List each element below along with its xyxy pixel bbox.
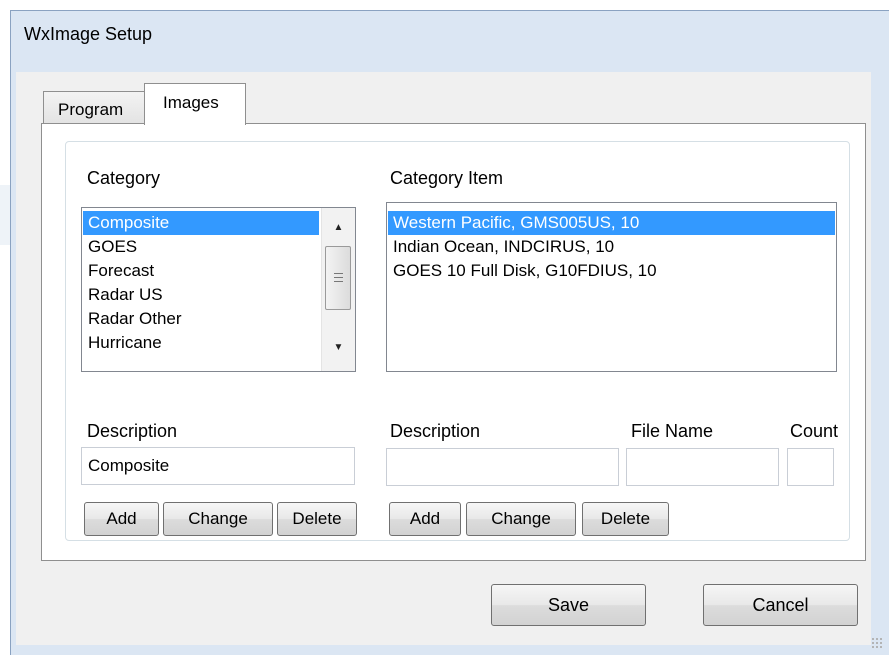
item-add-button[interactable]: Add [389, 502, 461, 536]
scroll-down-icon[interactable]: ▼ [322, 336, 355, 360]
category-description-input[interactable]: Composite [81, 447, 355, 485]
category-change-button[interactable]: Change [163, 502, 273, 536]
count-input[interactable] [787, 448, 834, 486]
category-item-list-item[interactable]: Indian Ocean, INDCIRUS, 10 [388, 235, 835, 259]
count-label: Count [790, 421, 839, 441]
item-delete-button[interactable]: Delete [582, 502, 669, 536]
category-item-list-item[interactable]: GOES 10 Full Disk, G10FDIUS, 10 [388, 259, 835, 283]
category-list-item[interactable]: Composite [83, 211, 319, 235]
category-description-label: Description [87, 421, 178, 441]
category-add-button[interactable]: Add [84, 502, 159, 536]
item-change-button[interactable]: Change [466, 502, 576, 536]
category-list-item[interactable]: Hurricane [83, 331, 319, 355]
scroll-thumb[interactable] [325, 246, 351, 310]
category-heading: Category [87, 168, 161, 188]
scroll-up-icon[interactable]: ▲ [322, 216, 355, 240]
category-item-heading: Category Item [390, 168, 504, 188]
tab-images[interactable]: Images [144, 83, 246, 125]
category-list-item[interactable]: GOES [83, 235, 319, 259]
category-delete-button[interactable]: Delete [277, 502, 357, 536]
window-title: WxImage Setup [24, 24, 153, 44]
category-item-list-item[interactable]: Western Pacific, GMS005US, 10 [388, 211, 835, 235]
item-description-label: Description [390, 421, 481, 441]
category-list-item[interactable]: Forecast [83, 259, 319, 283]
file-name-input[interactable] [626, 448, 779, 486]
cancel-button[interactable]: Cancel [703, 584, 858, 626]
background-edge [0, 185, 10, 245]
category-listbox[interactable]: Composite GOES Forecast Radar US Radar Other… [81, 207, 356, 372]
category-list-item[interactable]: Radar Other [83, 307, 319, 331]
category-scrollbar[interactable]: ▲ ▼ [321, 208, 355, 371]
item-description-input[interactable] [386, 448, 619, 486]
category-item-listbox[interactable]: Western Pacific, GMS005US, 10 Indian Ocea… [386, 202, 837, 372]
file-name-label: File Name [631, 421, 714, 441]
category-list-item[interactable]: Radar US [83, 283, 319, 307]
resize-grip-icon[interactable] [871, 637, 883, 649]
tab-program[interactable]: Program [43, 91, 147, 124]
save-button[interactable]: Save [491, 584, 646, 626]
